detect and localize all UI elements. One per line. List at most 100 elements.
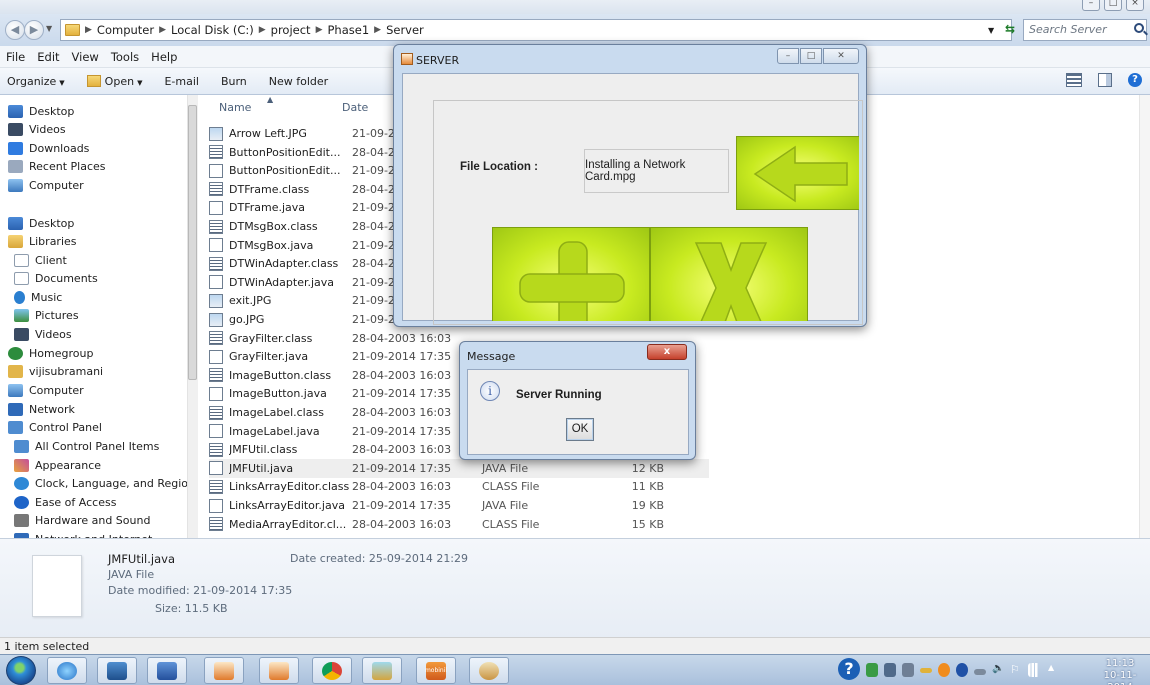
system-clock[interactable]: 11:13 10-11-2014	[1093, 658, 1147, 685]
open-button[interactable]: Open ▼	[86, 74, 142, 88]
file-list-scrollbar[interactable]	[1139, 95, 1150, 538]
nav-item[interactable]: Downloads	[8, 139, 89, 157]
tray-update-icon[interactable]	[938, 663, 950, 677]
explorer-minimize-button[interactable]: –	[1082, 0, 1100, 11]
nav-item[interactable]: Videos	[14, 325, 72, 343]
start-button[interactable]	[6, 656, 36, 685]
refresh-icon[interactable]: ⇆	[1002, 22, 1018, 38]
nav-item[interactable]: All Control Panel Items	[14, 437, 159, 455]
forward-button[interactable]: ▶	[24, 20, 44, 40]
new-folder-button[interactable]: New folder	[269, 75, 328, 88]
taskbar-paint[interactable]	[469, 657, 509, 684]
signal-strength-icon[interactable]	[1028, 663, 1040, 677]
back-button[interactable]: ◀	[5, 20, 25, 40]
menu-tools[interactable]: Tools	[111, 50, 139, 64]
breadcrumb-separator-icon[interactable]: ▶	[374, 25, 381, 35]
ok-button[interactable]: OK	[566, 418, 594, 441]
server-maximize-button[interactable]: □	[800, 48, 822, 64]
nav-item[interactable]: Music	[14, 288, 62, 306]
file-row[interactable]: LinksArrayEditor.java 21-09-2014 17:35 JAV…	[209, 496, 709, 515]
flag-icon[interactable]: ⚐	[1010, 663, 1022, 677]
tray-bluetooth-icon[interactable]	[956, 663, 968, 677]
nav-item[interactable]: Homegroup	[8, 344, 93, 362]
taskbar-folder[interactable]	[362, 657, 402, 684]
file-row[interactable]: JMFUtil.java 21-09-2014 17:35 JAVA File 12 …	[209, 458, 709, 478]
breadcrumb-local-disk[interactable]: Local Disk (C:)	[171, 23, 254, 37]
file-row[interactable]: LinksArrayEditor.class 28-04-2003 16:03 CL…	[209, 477, 709, 496]
speaker-icon[interactable]: 🔈	[992, 663, 1004, 677]
nav-item[interactable]: Pictures	[14, 306, 79, 324]
search-icon[interactable]	[1134, 23, 1144, 33]
taskbar-word[interactable]	[147, 657, 187, 684]
address-dropdown-icon[interactable]: ▼	[988, 26, 994, 35]
menu-view[interactable]: View	[72, 50, 99, 64]
nav-item[interactable]: Desktop	[8, 214, 74, 232]
nav-item[interactable]: Network and Internet	[14, 530, 152, 538]
breadcrumb-separator-icon[interactable]: ▶	[159, 25, 166, 35]
nav-item[interactable]: Client	[14, 251, 67, 269]
file-name: ImageLabel.java	[229, 424, 320, 438]
change-view-icon[interactable]	[1066, 73, 1082, 87]
taskbar-mobinil[interactable]: mobinil	[416, 657, 456, 684]
explorer-maximize-button[interactable]: □	[1104, 0, 1122, 11]
nav-item[interactable]: Ease of Access	[14, 493, 116, 511]
nav-item[interactable]: Videos	[8, 120, 66, 138]
taskbar-chrome[interactable]	[312, 657, 352, 684]
breadcrumb-computer[interactable]: Computer	[97, 23, 154, 37]
taskbar-java-app-2[interactable]	[259, 657, 299, 684]
nav-item[interactable]: Network	[8, 400, 75, 418]
help-support-icon[interactable]: ?	[838, 658, 860, 680]
server-minimize-button[interactable]: –	[777, 48, 799, 64]
email-button[interactable]: E-mail	[164, 75, 199, 88]
taskbar-java-app-1[interactable]	[204, 657, 244, 684]
tray-usb-icon[interactable]	[884, 663, 896, 677]
nav-item[interactable]: Computer	[8, 176, 84, 194]
organize-button[interactable]: Organize ▼	[7, 75, 65, 88]
nav-item[interactable]: Hardware and Sound	[14, 511, 150, 529]
cancel-button[interactable]	[650, 227, 808, 321]
show-hidden-icons-icon[interactable]: ▲	[1048, 663, 1060, 677]
browse-arrow-button[interactable]	[736, 136, 859, 210]
column-header-date[interactable]: Date	[342, 101, 368, 114]
tray-keyboard-icon[interactable]	[974, 669, 986, 675]
nav-item[interactable]: Computer	[8, 381, 84, 399]
search-input[interactable]: Search Server	[1023, 19, 1147, 41]
preview-pane-icon[interactable]	[1098, 73, 1112, 87]
nav-item[interactable]: Libraries	[8, 232, 77, 250]
add-button[interactable]	[492, 227, 650, 321]
forward-arrow-icon: ▶	[29, 23, 39, 36]
nav-item[interactable]: vijisubramani	[8, 362, 103, 380]
nav-item[interactable]: Control Panel	[8, 418, 102, 436]
tray-battery-icon[interactable]	[920, 668, 932, 673]
help-icon[interactable]: ?	[1128, 73, 1142, 87]
nav-item[interactable]: Documents	[14, 269, 98, 287]
taskbar-windows-explorer[interactable]	[97, 657, 137, 684]
taskbar-internet-explorer[interactable]	[47, 657, 87, 684]
nav-item[interactable]: Recent Places	[8, 157, 106, 175]
tray-security-icon[interactable]	[866, 663, 878, 677]
java-file-icon	[209, 200, 223, 215]
breadcrumb-separator-icon[interactable]: ▶	[316, 25, 323, 35]
file-location-field[interactable]: Installing a Network Card.mpg	[584, 149, 729, 193]
nav-item[interactable]: Clock, Language, and Region	[14, 474, 195, 492]
navigation-scrollbar-thumb[interactable]	[188, 105, 197, 380]
menu-file[interactable]: File	[6, 50, 25, 64]
burn-button[interactable]: Burn	[221, 75, 247, 88]
menu-edit[interactable]: Edit	[37, 50, 59, 64]
menu-help[interactable]: Help	[151, 50, 177, 64]
breadcrumb-project[interactable]: project	[271, 23, 311, 37]
address-bar[interactable]: ▶ Computer ▶ Local Disk (C:) ▶ project ▶…	[60, 19, 1012, 41]
nav-item[interactable]: Appearance	[14, 456, 101, 474]
recent-pages-dropdown-icon[interactable]: ▼	[46, 24, 52, 33]
message-close-button[interactable]: x	[647, 344, 687, 360]
breadcrumb-separator-icon[interactable]: ▶	[85, 25, 92, 35]
breadcrumb-server[interactable]: Server	[386, 23, 424, 37]
tray-app-icon[interactable]	[902, 663, 914, 677]
nav-item[interactable]: Desktop	[8, 102, 74, 120]
explorer-close-button[interactable]: ×	[1126, 0, 1144, 11]
file-row[interactable]: MediaArrayEditor.cl... 28-04-2003 16:03 CL…	[209, 515, 709, 534]
server-close-button[interactable]: ✕	[823, 48, 859, 64]
breadcrumb-separator-icon[interactable]: ▶	[259, 25, 266, 35]
column-header-name[interactable]: Name	[219, 101, 251, 114]
breadcrumb-phase1[interactable]: Phase1	[327, 23, 369, 37]
